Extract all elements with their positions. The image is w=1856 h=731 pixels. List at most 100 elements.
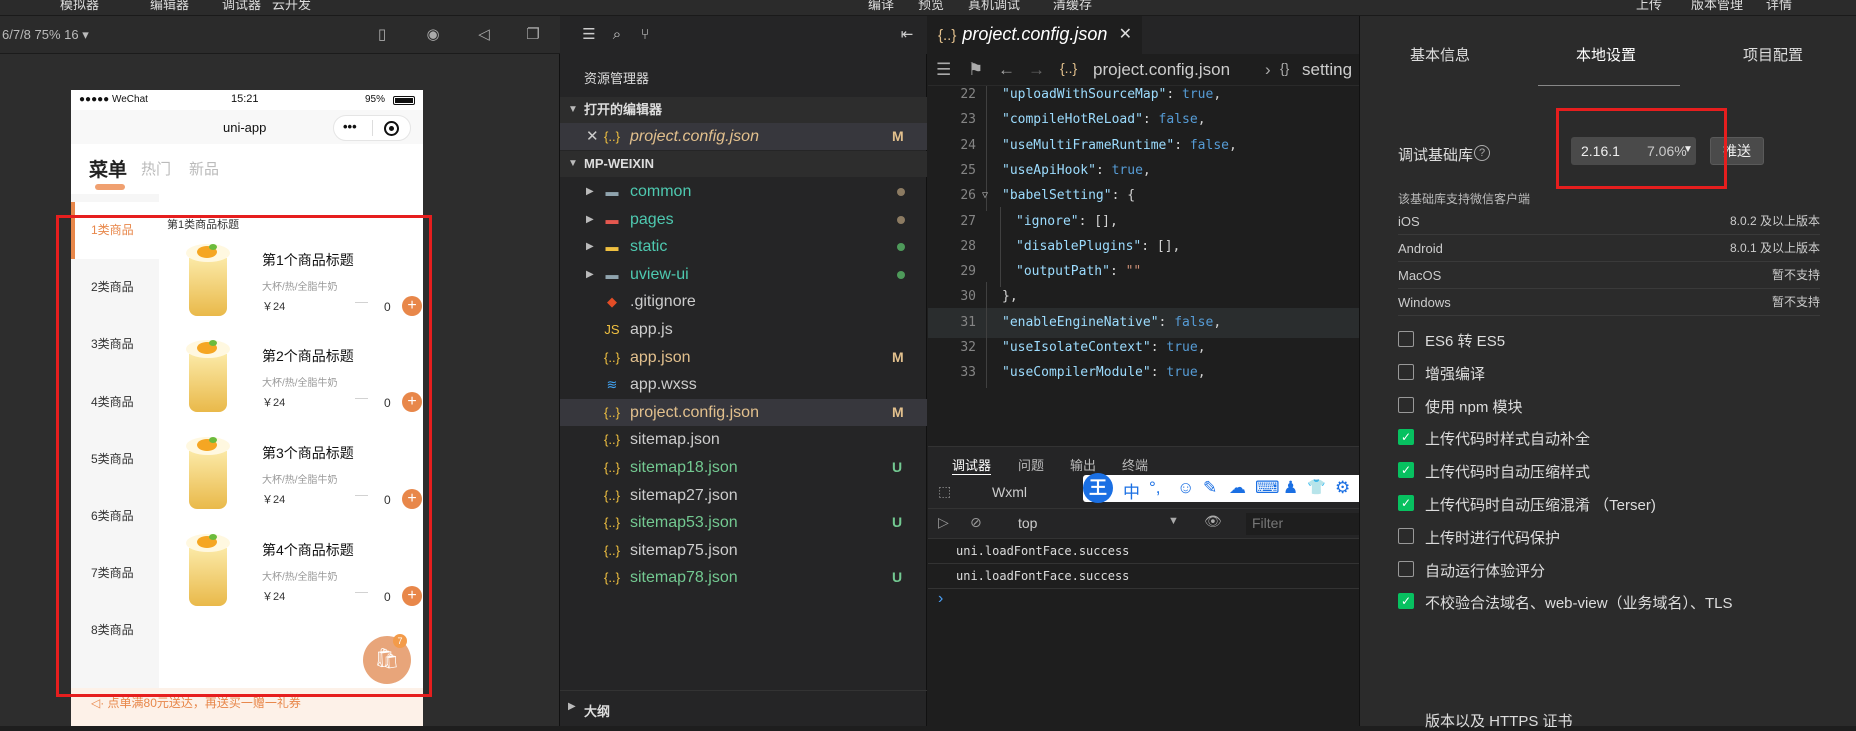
file-item[interactable]: {..} app.json M (560, 344, 927, 371)
file-item[interactable]: ◆ .gitignore (560, 288, 927, 315)
checkbox[interactable]: ✓ (1398, 593, 1414, 610)
setting-option[interactable]: 上传时进行代码保护 (1398, 525, 1838, 551)
close-mini-program-icon[interactable] (384, 121, 399, 136)
branch-icon[interactable]: ⑂ (636, 26, 654, 44)
ime-logo[interactable]: 王 (1083, 473, 1113, 503)
tab-wxml[interactable]: Wxml (992, 484, 1027, 500)
capsule-menu[interactable]: ••• (333, 115, 411, 141)
ime-toolbar[interactable]: 王 中 °, ☺ ✎ ☁ ⌨ ♟ 👕 ⚙ (1083, 473, 1378, 503)
forward-icon[interactable]: → (1028, 60, 1045, 80)
folder-item[interactable]: ▶ ▬ pages (560, 206, 927, 233)
file-item[interactable]: {..} sitemap78.json U (560, 564, 927, 591)
user-icon[interactable]: ♟ (1283, 478, 1298, 498)
folder-item[interactable]: ▶ ▬ common (560, 178, 927, 205)
volume-icon[interactable]: ◁ (475, 26, 493, 44)
setting-option[interactable]: 使用 npm 模块 (1398, 394, 1838, 420)
punctuation-icon[interactable]: °, (1149, 478, 1161, 498)
file-item[interactable]: {..} sitemap53.json U (560, 509, 927, 536)
close-tab-icon[interactable]: ✕ (1119, 24, 1132, 44)
cloud-icon[interactable]: ☁ (1229, 478, 1246, 498)
json-value: true (1166, 365, 1198, 381)
handwriting-icon[interactable]: ✎ (1203, 478, 1217, 498)
settings-icon[interactable]: ⚙ (1335, 478, 1350, 498)
bookmark-icon[interactable]: ⚑ (968, 60, 983, 80)
file-item[interactable]: JS app.js (560, 316, 927, 343)
eye-icon[interactable]: 👁 (1204, 513, 1222, 530)
checkbox[interactable] (1398, 527, 1414, 544)
list-icon[interactable]: ☰ (580, 26, 598, 44)
checkbox[interactable]: ✓ (1398, 429, 1414, 446)
menu-item[interactable]: 云开发 (272, 0, 311, 13)
close-icon[interactable]: ✕ (586, 123, 599, 150)
tab-hot[interactable]: 热门 (141, 158, 171, 179)
tab-menu[interactable]: 菜单 (89, 155, 127, 182)
file-item[interactable]: {..} sitemap.json (560, 426, 927, 453)
tab-debugger[interactable]: 调试器 (952, 455, 992, 475)
setting-option[interactable]: ✓ 上传代码时样式自动补全 (1398, 426, 1838, 452)
setting-option[interactable]: ✓ 上传代码时自动压缩样式 (1398, 459, 1838, 485)
menu-item[interactable]: 清缓存 (1053, 0, 1092, 13)
keyboard-icon[interactable]: ⌨ (1255, 478, 1280, 498)
collapse-panel-icon[interactable]: ⇤ (898, 26, 916, 44)
context-select[interactable]: top (1018, 515, 1037, 531)
menu-item[interactable]: 真机调试 (968, 0, 1020, 13)
json-key: useApiHook (1009, 162, 1089, 178)
menu-item[interactable]: 详情 (1766, 0, 1792, 13)
sidebar-toggle-icon[interactable]: ▷ (938, 514, 949, 531)
more-icon[interactable]: ••• (343, 119, 357, 134)
code-area[interactable]: 22 "uploadWithSourceMap": true, 23 "compile… (928, 86, 1359, 446)
tab-problems[interactable]: 问题 (1018, 455, 1044, 474)
menu-item[interactable]: 版本管理 (1691, 0, 1743, 13)
file-item[interactable]: {..} sitemap18.json U (560, 454, 927, 481)
file-item[interactable]: {..} sitemap75.json (560, 537, 927, 564)
project-section[interactable]: ▼ MP-WEIXIN (560, 151, 927, 177)
tab-terminal[interactable]: 终端 (1122, 455, 1148, 474)
editor-tab[interactable]: {..} project.config.json ✕ (928, 16, 1142, 54)
chevron-down-icon[interactable]: ▼ (1168, 515, 1179, 527)
filter-input[interactable]: Filter (1246, 513, 1359, 535)
device-selector[interactable]: 6/7/8 75% 16 ▾ (2, 27, 89, 43)
phone-icon[interactable]: ▯ (373, 26, 391, 44)
checkbox[interactable]: ✓ (1398, 462, 1414, 479)
stop-icon[interactable]: ◉ (424, 26, 442, 44)
checkbox[interactable] (1398, 363, 1414, 380)
emoji-icon[interactable]: ☺ (1177, 478, 1194, 498)
skin-icon[interactable]: 👕 (1307, 478, 1326, 496)
checkbox[interactable] (1398, 331, 1414, 347)
menu-item[interactable]: 编辑器 (150, 0, 189, 13)
checkbox[interactable]: ✓ (1398, 495, 1414, 511)
inspect-icon[interactable]: ⬚ (938, 483, 951, 500)
menu-item[interactable]: 上传 (1636, 0, 1662, 13)
file-item[interactable]: ≋ app.wxss (560, 371, 927, 398)
menu-item[interactable]: 模拟器 (60, 0, 99, 13)
multi-window-icon[interactable]: ❐ (524, 26, 542, 44)
search-icon[interactable]: ⌕ (608, 26, 626, 44)
setting-option[interactable]: ✓ 不校验合法域名、web-view（业务域名）、TLS (1398, 590, 1838, 616)
breadcrumb-file[interactable]: project.config.json (1093, 60, 1230, 80)
outline-section[interactable]: ▶ 大纲 (560, 690, 927, 726)
console-prompt[interactable]: › (938, 590, 943, 608)
breadcrumb-section[interactable]: setting (1302, 60, 1352, 80)
file-item[interactable]: {..} sitemap27.json (560, 482, 927, 509)
open-file-item[interactable]: ✕ {..} project.config.json M (560, 123, 927, 150)
setting-option[interactable]: ES6 转 ES5 (1398, 328, 1838, 354)
folder-item[interactable]: ▶ ▬ uview-ui (560, 261, 927, 288)
back-icon[interactable]: ← (998, 60, 1015, 80)
code-line[interactable]: 33 "useCompilerModule": true, (928, 358, 1359, 389)
tab-output[interactable]: 输出 (1070, 455, 1096, 474)
folder-item[interactable]: ▶ ▬ static (560, 233, 927, 260)
checkbox[interactable] (1398, 396, 1414, 413)
file-item[interactable]: {..} project.config.json M (560, 398, 927, 426)
setting-option[interactable]: 自动运行体验评分 (1398, 558, 1838, 584)
menu-item[interactable]: 编译 (868, 0, 894, 13)
list-icon[interactable]: ☰ (936, 60, 951, 80)
open-editors-section[interactable]: ▼ 打开的编辑器 (560, 97, 927, 123)
clear-console-icon[interactable]: ⊘ (970, 514, 982, 531)
menu-item[interactable]: 预览 (918, 0, 944, 13)
checkbox[interactable] (1398, 560, 1414, 577)
setting-option[interactable]: 增强编译 (1398, 361, 1838, 387)
setting-option[interactable]: ✓ 上传代码时自动压缩混淆 （Terser) (1398, 492, 1838, 518)
menu-item[interactable]: 调试器 (222, 0, 261, 13)
tab-new[interactable]: 新品 (189, 158, 219, 179)
chinese-mode-icon[interactable]: 中 (1123, 478, 1140, 503)
